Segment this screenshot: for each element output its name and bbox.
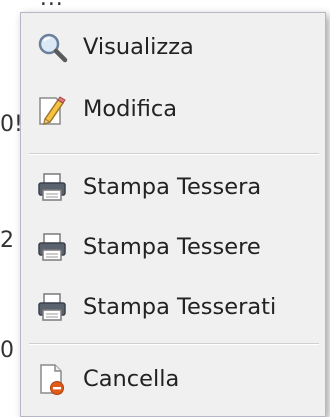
menu-item-stampa-tessera[interactable]: Stampa Tessera — [21, 159, 325, 215]
menu-item-label: Cancella — [83, 366, 180, 392]
delete-document-icon — [35, 362, 69, 396]
printer-icon — [35, 230, 69, 264]
menu-item-stampa-tessere[interactable]: Stampa Tessere — [21, 219, 325, 275]
menu-item-label: Stampa Tessere — [83, 234, 261, 260]
menu-item-label: Visualizza — [83, 34, 194, 60]
background-cell-fragment: 0 — [0, 338, 14, 363]
menu-item-cancella[interactable]: Cancella — [21, 351, 325, 407]
context-menu: Visualizza Modifica Stampa Tessera Stamp… — [20, 12, 326, 417]
pencil-edit-icon — [35, 92, 69, 126]
menu-item-modifica[interactable]: Modifica — [21, 81, 325, 137]
menu-item-label: Modifica — [83, 96, 178, 122]
menu-item-stampa-tesserati[interactable]: Stampa Tesserati — [21, 279, 325, 335]
printer-icon — [35, 290, 69, 324]
menu-item-label: Stampa Tessera — [83, 174, 262, 200]
menu-separator — [29, 343, 319, 345]
menu-item-label: Stampa Tesserati — [83, 294, 277, 320]
menu-separator — [29, 153, 319, 155]
menu-item-visualizza[interactable]: Visualizza — [21, 19, 325, 75]
background-header-fragment: ¹... — [30, 0, 64, 11]
magnifier-icon — [35, 30, 69, 64]
background-cell-fragment: 2 — [0, 228, 14, 253]
printer-icon — [35, 170, 69, 204]
